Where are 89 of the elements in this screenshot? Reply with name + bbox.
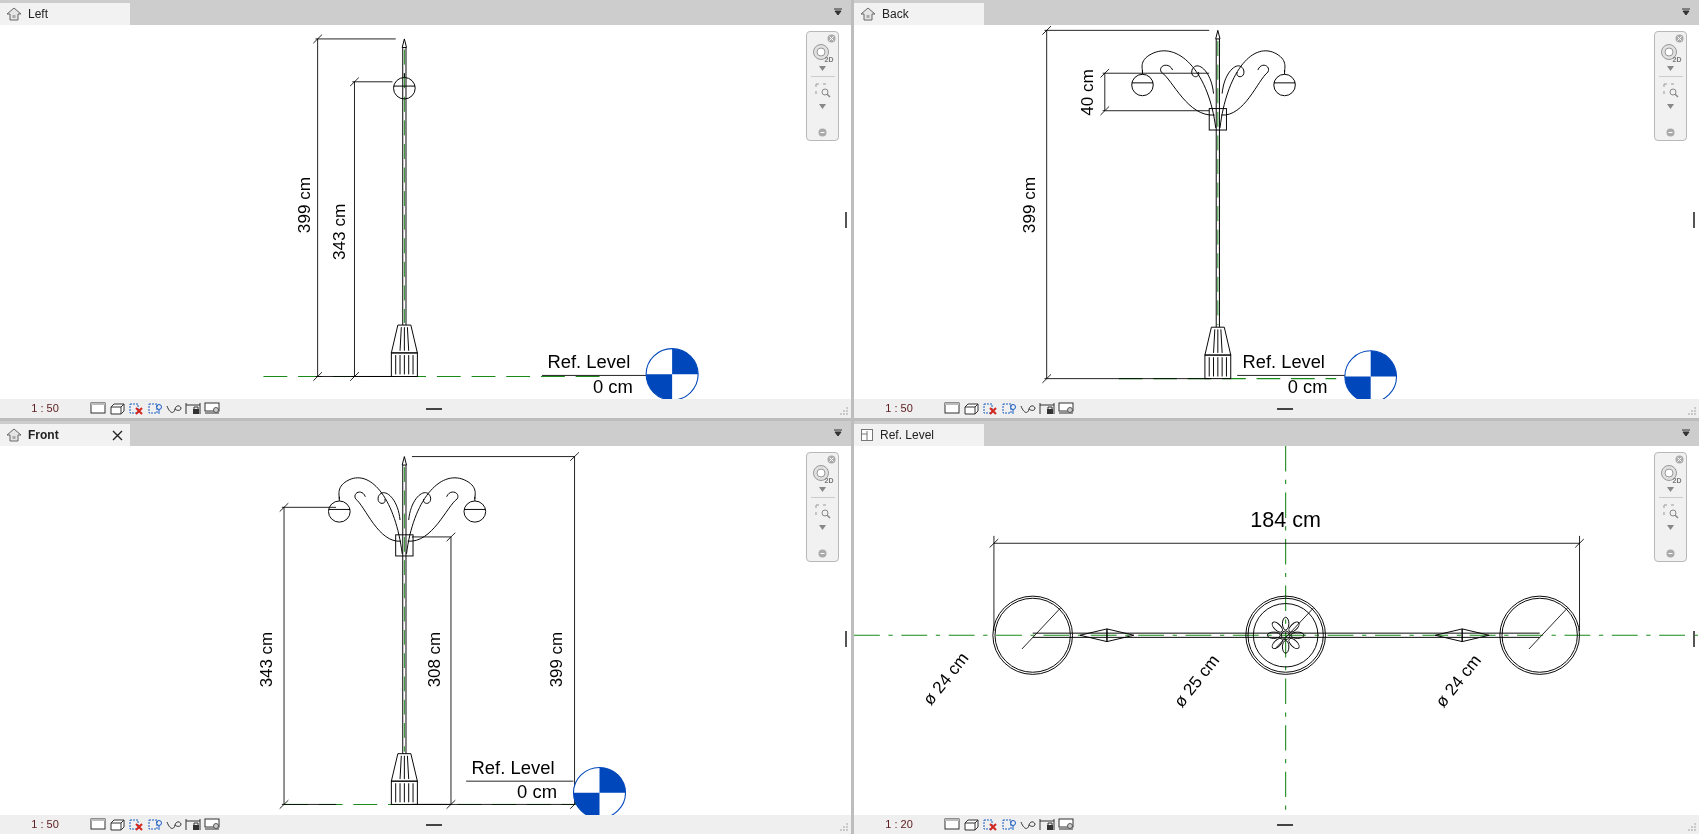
caret-icon[interactable] xyxy=(819,104,826,109)
lock-icon[interactable] xyxy=(1039,401,1055,416)
lightbulb-icon[interactable] xyxy=(1001,817,1017,832)
zoom-icon[interactable] xyxy=(1661,82,1680,98)
leader-line xyxy=(1274,607,1315,650)
crossed-cube-icon[interactable] xyxy=(982,401,998,416)
dimension-label: ø 24 cm xyxy=(919,649,973,709)
cube-icon[interactable] xyxy=(963,401,979,416)
house-icon xyxy=(860,7,876,21)
dropdown-icon[interactable] xyxy=(1681,429,1691,437)
level-name: Ref. Level xyxy=(547,351,631,372)
view-scale[interactable]: 1 : 50 xyxy=(0,816,90,833)
caret-icon[interactable] xyxy=(1667,66,1674,71)
cube-icon[interactable] xyxy=(109,401,125,416)
resize-grip-icon[interactable] xyxy=(1688,407,1696,415)
cube-icon[interactable] xyxy=(109,817,125,832)
options-icon[interactable] xyxy=(818,549,827,558)
view-tab[interactable]: Back xyxy=(854,3,984,25)
zoom-icon[interactable] xyxy=(813,82,832,98)
leader-line xyxy=(1528,607,1569,650)
close-icon[interactable] xyxy=(1675,455,1684,464)
zoom-icon[interactable] xyxy=(1661,503,1680,519)
scrollbar-thumb[interactable] xyxy=(1693,212,1695,228)
lightbulb-icon[interactable] xyxy=(1001,401,1017,416)
dimension-label: ø 24 cm xyxy=(1431,651,1485,711)
lightbulb-icon[interactable] xyxy=(147,401,163,416)
close-icon[interactable] xyxy=(827,455,836,464)
scrollbar-thumb[interactable] xyxy=(845,630,847,647)
caret-icon[interactable] xyxy=(819,487,826,492)
view-tab[interactable]: Left xyxy=(0,3,130,25)
options-icon[interactable] xyxy=(1666,549,1675,558)
view-scale[interactable]: 1 : 50 xyxy=(0,400,90,417)
dropdown-icon[interactable] xyxy=(833,8,843,16)
dimension-label: 343 cm xyxy=(255,631,276,688)
crossed-cube-icon[interactable] xyxy=(982,817,998,832)
dimension-label: 308 cm xyxy=(423,631,444,688)
options-icon[interactable] xyxy=(1666,128,1675,137)
crossed-cube-icon[interactable] xyxy=(128,817,144,832)
caret-icon[interactable] xyxy=(1667,525,1674,530)
resize-handle[interactable] xyxy=(1276,408,1293,410)
close-icon[interactable] xyxy=(1675,34,1684,43)
zoom-icon[interactable] xyxy=(813,503,832,519)
dropdown-icon[interactable] xyxy=(1681,8,1691,16)
level-elevation: 0 cm xyxy=(517,782,557,803)
resize-handle[interactable] xyxy=(425,824,442,826)
display-icon[interactable] xyxy=(1058,817,1074,832)
display-icon[interactable] xyxy=(204,817,220,832)
close-tab-button[interactable] xyxy=(110,428,124,442)
dimension-label: ø 25 cm xyxy=(1170,651,1224,711)
dimension-label: 399 cm xyxy=(1019,176,1040,234)
house-icon xyxy=(6,428,22,442)
house-icon xyxy=(6,7,22,21)
level-elevation: 0 cm xyxy=(1287,375,1328,397)
level-elevation: 0 cm xyxy=(593,375,633,397)
display-icon[interactable] xyxy=(204,401,220,416)
resize-handle[interactable] xyxy=(1276,824,1293,826)
resize-grip-icon[interactable] xyxy=(840,823,848,831)
caret-icon[interactable] xyxy=(819,66,826,71)
view-tab[interactable]: Ref. Level xyxy=(854,424,984,446)
caret-icon[interactable] xyxy=(1667,487,1674,492)
dimension-label: 399 cm xyxy=(293,176,314,234)
level-name: Ref. Level xyxy=(471,757,555,778)
scrollbar-thumb[interactable] xyxy=(845,212,847,228)
view-scale[interactable]: 1 : 50 xyxy=(854,400,944,417)
view-scale[interactable]: 1 : 20 xyxy=(854,816,944,833)
caret-icon[interactable] xyxy=(819,525,826,530)
options-icon[interactable] xyxy=(818,128,827,137)
caret-icon[interactable] xyxy=(1667,104,1674,109)
dimension-label: 40 cm xyxy=(1076,69,1097,116)
lock-icon[interactable] xyxy=(1039,817,1055,832)
lightbulb-icon[interactable] xyxy=(147,817,163,832)
close-icon[interactable] xyxy=(827,34,836,43)
dimension-label: 399 cm xyxy=(546,631,567,688)
crossed-cube-icon[interactable] xyxy=(128,401,144,416)
leader-line xyxy=(1021,607,1062,650)
level-name: Ref. Level xyxy=(1242,350,1325,372)
floor-plan-icon xyxy=(860,428,874,442)
view-tab[interactable]: Front xyxy=(0,424,130,446)
resize-grip-icon[interactable] xyxy=(840,407,848,415)
dropdown-icon[interactable] xyxy=(833,429,843,437)
scrollbar-thumb[interactable] xyxy=(1693,630,1695,647)
lock-icon[interactable] xyxy=(185,401,201,416)
lock-icon[interactable] xyxy=(185,817,201,832)
display-icon[interactable] xyxy=(1058,401,1074,416)
resize-handle[interactable] xyxy=(425,408,442,410)
resize-grip-icon[interactable] xyxy=(1688,823,1696,831)
cube-icon[interactable] xyxy=(963,817,979,832)
dimension-label: 184 cm xyxy=(1250,508,1321,533)
dimension-label: 343 cm xyxy=(329,203,350,260)
